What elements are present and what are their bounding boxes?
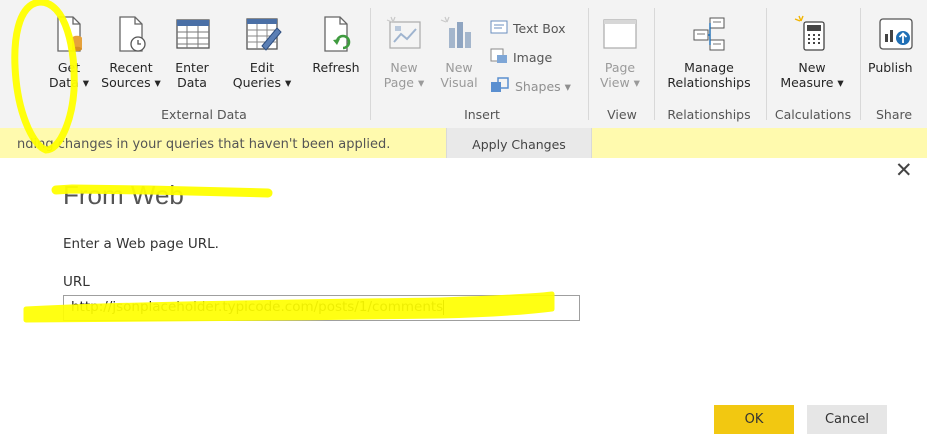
database-icon bbox=[49, 14, 89, 54]
publish-button[interactable]: Publish bbox=[868, 14, 924, 75]
group-separator bbox=[588, 8, 589, 120]
url-label: URL bbox=[63, 274, 90, 290]
new-visual-icon bbox=[439, 14, 479, 54]
enter-data-line1: Enter bbox=[175, 60, 209, 75]
page-view-button[interactable]: Page View ▾ bbox=[596, 14, 644, 90]
new-page-icon bbox=[384, 14, 424, 54]
refresh-label: Refresh bbox=[312, 60, 360, 75]
page-view-line2: View ▾ bbox=[600, 75, 640, 90]
pending-changes-bar: nding changes in your queries that haven… bbox=[0, 128, 927, 159]
ribbon-toolbar: Get Data ▾ Recent Sources ▾ Enter Data E… bbox=[0, 0, 927, 128]
recent-sources-line2: Sources ▾ bbox=[101, 75, 161, 90]
enter-data-button[interactable]: Enter Data bbox=[170, 14, 214, 90]
url-input-value: http://jsonplaceholder.typicode.com/post… bbox=[71, 299, 444, 315]
new-measure-line2: Measure ▾ bbox=[780, 75, 844, 90]
cancel-button[interactable]: Cancel bbox=[807, 405, 887, 434]
new-page-line1: New bbox=[390, 60, 418, 75]
group-separator bbox=[860, 8, 861, 120]
dialog-title: From Web bbox=[63, 180, 184, 210]
group-label-external-data: External Data bbox=[161, 107, 247, 122]
from-web-dialog: ✕ From Web Enter a Web page URL. URL htt… bbox=[0, 158, 927, 441]
edit-queries-line2: Queries ▾ bbox=[232, 75, 292, 90]
manage-relationships-line1: Manage bbox=[684, 60, 734, 75]
table-icon bbox=[172, 14, 212, 54]
manage-relationships-line2: Relationships bbox=[667, 75, 751, 90]
pending-changes-text: nding changes in your queries that haven… bbox=[17, 137, 391, 152]
new-visual-line1: New bbox=[445, 60, 473, 75]
text-box-icon bbox=[490, 20, 508, 37]
url-input[interactable]: http://jsonplaceholder.typicode.com/post… bbox=[63, 295, 580, 321]
new-measure-line1: New bbox=[798, 60, 826, 75]
recent-sources-icon bbox=[111, 14, 151, 54]
text-box-button[interactable]: Text Box bbox=[490, 20, 566, 37]
group-label-calculations: Calculations bbox=[774, 107, 852, 122]
group-separator bbox=[654, 8, 655, 120]
get-data-line1: Get bbox=[57, 60, 81, 75]
new-page-button[interactable]: New Page ▾ bbox=[380, 14, 428, 90]
refresh-button[interactable]: Refresh bbox=[308, 14, 364, 75]
new-page-line2: Page ▾ bbox=[383, 75, 425, 90]
refresh-icon bbox=[316, 14, 356, 54]
group-label-view: View bbox=[607, 107, 637, 122]
dialog-subtitle: Enter a Web page URL. bbox=[63, 236, 219, 252]
edit-queries-icon bbox=[242, 14, 282, 54]
shapes-label: Shapes ▾ bbox=[515, 79, 571, 94]
group-label-share: Share bbox=[876, 107, 913, 122]
close-icon[interactable]: ✕ bbox=[895, 158, 913, 182]
relationships-icon bbox=[689, 14, 729, 54]
publish-icon bbox=[876, 14, 916, 54]
page-view-line1: Page bbox=[604, 60, 636, 75]
get-data-button[interactable]: Get Data ▾ bbox=[44, 14, 94, 90]
edit-queries-line1: Edit bbox=[249, 60, 275, 75]
recent-sources-line1: Recent bbox=[109, 60, 153, 75]
text-cursor bbox=[443, 299, 445, 315]
image-icon bbox=[490, 48, 508, 67]
new-visual-button[interactable]: New Visual bbox=[436, 14, 482, 90]
page-view-icon bbox=[600, 14, 640, 54]
shapes-button[interactable]: Shapes ▾ bbox=[490, 77, 571, 96]
group-separator bbox=[766, 8, 767, 120]
ok-button[interactable]: OK bbox=[714, 405, 794, 434]
publish-label: Publish bbox=[868, 60, 913, 75]
shapes-icon bbox=[490, 77, 510, 96]
text-box-label: Text Box bbox=[513, 21, 566, 36]
manage-relationships-button[interactable]: Manage Relationships bbox=[662, 14, 756, 90]
group-separator bbox=[370, 8, 371, 120]
get-data-line2: Data ▾ bbox=[48, 75, 90, 90]
new-measure-button[interactable]: New Measure ▾ bbox=[776, 14, 848, 90]
group-label-insert: Insert bbox=[464, 107, 500, 122]
edit-queries-button[interactable]: Edit Queries ▾ bbox=[230, 14, 294, 90]
recent-sources-button[interactable]: Recent Sources ▾ bbox=[98, 14, 164, 90]
image-button[interactable]: Image bbox=[490, 48, 552, 67]
new-visual-line2: Visual bbox=[440, 75, 478, 90]
enter-data-line2: Data bbox=[177, 75, 207, 90]
image-label: Image bbox=[513, 50, 553, 65]
calculator-icon bbox=[792, 14, 832, 54]
apply-changes-button[interactable]: Apply Changes bbox=[446, 128, 592, 158]
group-label-relationships: Relationships bbox=[667, 107, 751, 122]
